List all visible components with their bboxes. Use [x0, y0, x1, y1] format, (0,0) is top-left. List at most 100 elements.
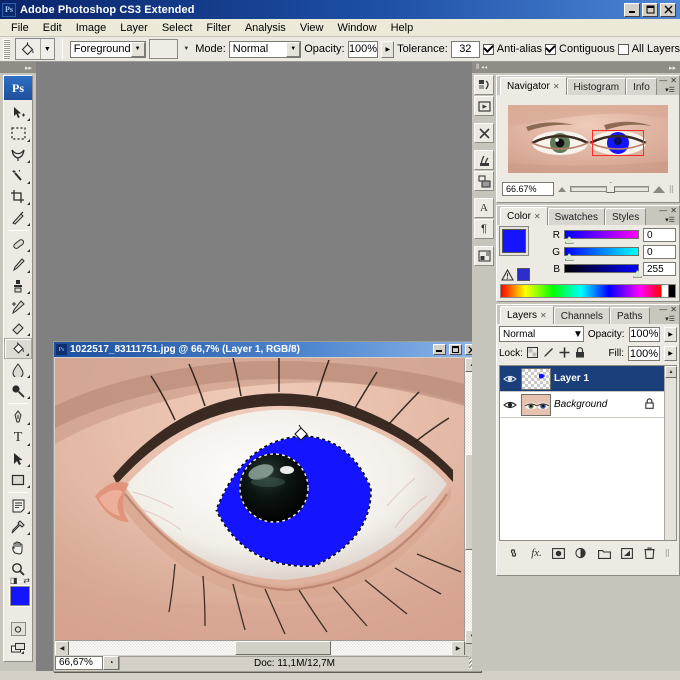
blend-mode-dropdown[interactable]: Normal ▼: [228, 40, 302, 58]
scroll-right-button[interactable]: ▶: [451, 641, 465, 656]
delete-layer-button[interactable]: [644, 547, 655, 559]
dodge-tool-button[interactable]: [4, 380, 32, 401]
paint-bucket-tool-button[interactable]: [4, 338, 32, 359]
color-slider-r-track[interactable]: [564, 229, 639, 239]
fill-source-chevron-down-icon[interactable]: ▼: [130, 41, 145, 57]
color-panel-foreground-swatch[interactable]: [502, 229, 526, 253]
layers-scroll-up-button[interactable]: ▲: [665, 366, 677, 378]
tab-swatches[interactable]: Swatches: [547, 208, 605, 225]
move-tool-button[interactable]: [4, 102, 32, 123]
color-close-icon[interactable]: ✕: [670, 206, 677, 215]
menu-filter[interactable]: Filter: [199, 20, 237, 36]
hand-tool-button[interactable]: [4, 537, 32, 558]
document-maximize-button[interactable]: [449, 344, 462, 355]
slice-tool-button[interactable]: [4, 207, 32, 228]
color-value-b[interactable]: 255: [643, 262, 676, 276]
canvas-horizontal-scrollbar[interactable]: ◀ ▶: [55, 640, 465, 656]
magic-wand-tool-button[interactable]: [4, 165, 32, 186]
tab-color-close-icon[interactable]: ✕: [534, 212, 541, 221]
history-brush-tool-button[interactable]: [4, 296, 32, 317]
type-tool-button[interactable]: T: [4, 427, 32, 448]
quick-mask-off-button[interactable]: [10, 622, 26, 636]
menu-file[interactable]: File: [4, 20, 36, 36]
lasso-tool-button[interactable]: [4, 144, 32, 165]
new-group-button[interactable]: [598, 548, 612, 559]
status-proxy-preview-icon[interactable]: ◔: [103, 655, 119, 670]
layers-panel-resize-grip[interactable]: ⣿: [665, 549, 670, 557]
contiguous-checkbox-group[interactable]: Contiguous: [545, 43, 615, 55]
lock-transparent-pixels-icon[interactable]: [526, 346, 538, 361]
image-canvas[interactable]: [55, 358, 465, 644]
opacity-chevron-right-icon[interactable]: ▶: [381, 40, 395, 58]
document-title-bar[interactable]: Ps 1022517_83111751.jpg @ 66,7% (Layer 1…: [54, 342, 480, 357]
dock-expand-right-icon[interactable]: ▸▸: [669, 64, 676, 72]
tab-channels[interactable]: Channels: [553, 307, 610, 324]
rectangular-marquee-tool-button[interactable]: [4, 123, 32, 144]
tab-navigator[interactable]: Navigator ✕: [500, 77, 567, 95]
foreground-color-swatch[interactable]: [10, 586, 30, 606]
tools-panel-collapse-button[interactable]: ▸▸: [0, 62, 36, 73]
tool-preset-picker[interactable]: ▼: [14, 38, 55, 60]
notes-tool-button[interactable]: [4, 495, 32, 516]
menu-help[interactable]: Help: [384, 20, 421, 36]
layer-blend-chevron-down-icon[interactable]: ▼: [573, 329, 583, 340]
pen-tool-button[interactable]: [4, 406, 32, 427]
tolerance-input[interactable]: 32: [450, 40, 480, 58]
layer-fill-input[interactable]: 100%: [628, 346, 660, 361]
color-value-r[interactable]: 0: [643, 228, 676, 242]
navigator-panel-menu-icon[interactable]: ▾☰: [663, 85, 677, 95]
fill-source-dropdown[interactable]: Foreground ▼: [69, 40, 146, 58]
menu-layer[interactable]: Layer: [113, 20, 155, 36]
tab-color[interactable]: Color ✕: [500, 207, 548, 225]
document-zoom-input[interactable]: 66,67%: [55, 655, 103, 670]
color-value-g[interactable]: 0: [643, 245, 676, 259]
anti-alias-checkbox[interactable]: [482, 43, 494, 55]
layer-style-button[interactable]: fx.: [531, 547, 542, 559]
clone-source-panel-icon[interactable]: [474, 171, 494, 191]
layer-blend-mode-dropdown[interactable]: Normal ▼: [499, 326, 584, 342]
tool-preset-chevron-down-icon[interactable]: ▼: [40, 39, 54, 59]
menu-image[interactable]: Image: [69, 20, 114, 36]
color-panel-swatches[interactable]: [500, 228, 542, 266]
healing-brush-tool-button[interactable]: [4, 233, 32, 254]
layer-opacity-chevron-right-icon[interactable]: ▶: [664, 326, 677, 342]
gamut-warning-icon[interactable]: [501, 268, 514, 281]
path-selection-tool-button[interactable]: [4, 448, 32, 469]
dock-header[interactable]: ⦀ ◂◂ ▸▸: [472, 62, 680, 73]
gamut-substitute-color-swatch[interactable]: [517, 268, 530, 281]
maximize-button[interactable]: [642, 2, 658, 17]
tab-paths[interactable]: Paths: [609, 307, 650, 324]
layer-thumbnail[interactable]: [521, 393, 551, 416]
eyedropper-tool-button[interactable]: [4, 516, 32, 537]
tab-navigator-close-icon[interactable]: ✕: [553, 82, 560, 91]
table-row[interactable]: Background: [500, 392, 676, 418]
default-colors-icon[interactable]: ◨: [10, 576, 18, 585]
zoom-out-icon[interactable]: [558, 186, 566, 192]
navigator-thumbnail-area[interactable]: [500, 98, 676, 180]
layers-list-scrollbar[interactable]: ▲: [664, 366, 677, 540]
crop-tool-button[interactable]: [4, 186, 32, 207]
horizontal-scroll-thumb[interactable]: [235, 641, 331, 655]
table-row[interactable]: Layer 1: [500, 366, 676, 392]
color-minimize-icon[interactable]: —: [659, 206, 667, 215]
brushes-panel-icon[interactable]: [474, 150, 494, 170]
layer-visibility-eye-icon[interactable]: [502, 397, 518, 413]
navigator-resize-grip[interactable]: ⣿: [669, 185, 674, 193]
tab-info[interactable]: Info: [626, 78, 657, 95]
document-minimize-button[interactable]: [433, 344, 446, 355]
menu-analysis[interactable]: Analysis: [238, 20, 293, 36]
gradient-tool-button[interactable]: [4, 359, 32, 380]
color-panel-menu-icon[interactable]: ▾☰: [663, 215, 677, 225]
lock-position-icon[interactable]: [559, 347, 570, 361]
tab-layers[interactable]: Layers ✕: [500, 306, 554, 324]
navigator-close-icon[interactable]: ✕: [670, 76, 677, 85]
tab-styles[interactable]: Styles: [604, 208, 647, 225]
contiguous-checkbox[interactable]: [545, 43, 557, 55]
layer-visibility-eye-icon[interactable]: [502, 371, 518, 387]
document-window[interactable]: Ps 1022517_83111751.jpg @ 66,7% (Layer 1…: [53, 341, 481, 672]
zoom-in-icon[interactable]: [652, 185, 665, 193]
navigator-minimize-icon[interactable]: —: [659, 76, 667, 85]
adjustment-layer-button[interactable]: [575, 547, 588, 559]
clone-stamp-tool-button[interactable]: [4, 275, 32, 296]
menu-window[interactable]: Window: [330, 20, 383, 36]
